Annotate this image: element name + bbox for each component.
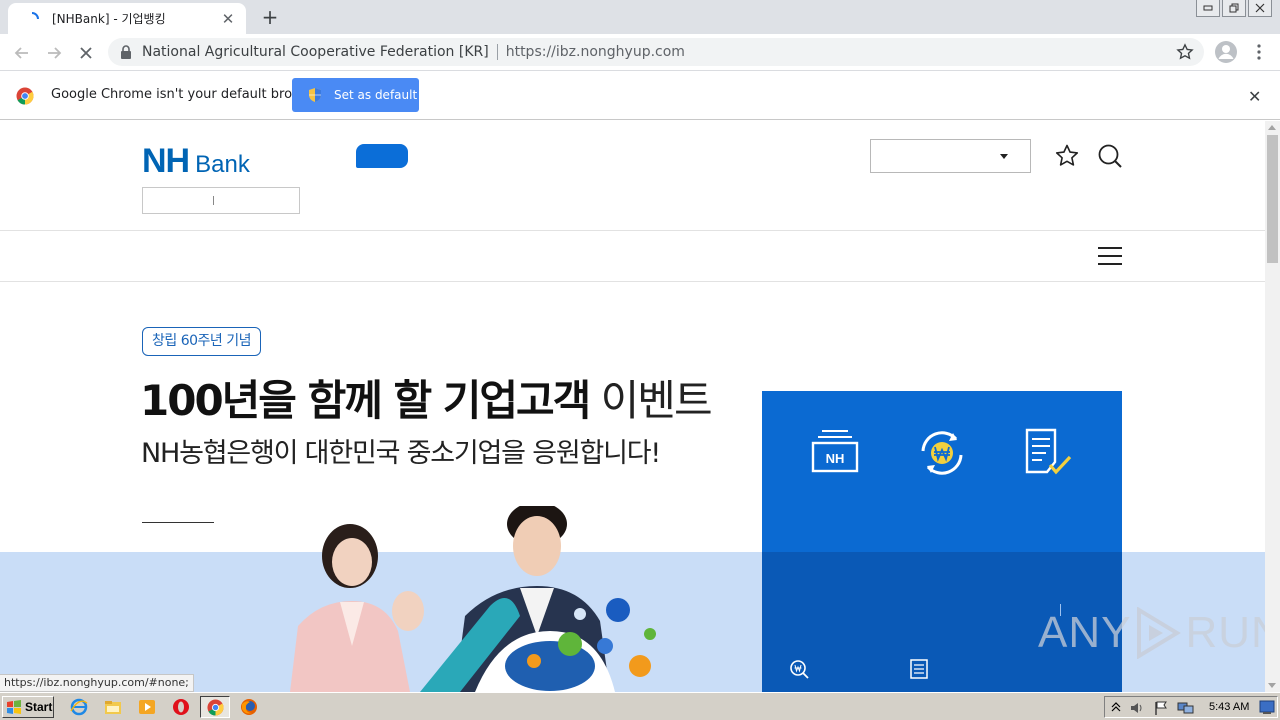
taskbar-clock: 5:43 AM	[1209, 701, 1250, 713]
site-identity: National Agricultural Cooperative Federa…	[142, 44, 489, 60]
header-sub-links[interactable]	[142, 187, 300, 214]
stop-loading-button[interactable]	[75, 42, 97, 64]
play-triangle-icon	[1137, 607, 1182, 659]
close-icon	[80, 47, 92, 59]
firefox-icon[interactable]	[240, 698, 258, 716]
flag-icon[interactable]	[1153, 700, 1169, 716]
anniversary-badge: 창립 60주년 기념	[142, 327, 261, 356]
arrow-left-icon	[14, 47, 28, 59]
tab-title: [NHBank] - 기업뱅킹	[52, 12, 166, 26]
minimize-button[interactable]	[1196, 0, 1220, 17]
new-tab-button[interactable]: +	[258, 5, 282, 29]
currency-exchange-icon[interactable]	[917, 427, 967, 479]
show-desktop-icon[interactable]	[1259, 700, 1275, 715]
network-icon[interactable]	[1177, 700, 1195, 716]
hamburger-menu-icon[interactable]	[1098, 247, 1122, 266]
restore-button[interactable]	[1222, 0, 1246, 17]
opera-icon[interactable]	[172, 698, 190, 716]
default-browser-infobar: Google Chrome isn't your default browser…	[0, 71, 1280, 120]
lock-icon	[121, 45, 131, 59]
forward-button[interactable]	[43, 42, 65, 64]
nh-bank-logo[interactable]: NH Bank	[142, 142, 250, 181]
chevron-up-icon[interactable]	[1111, 701, 1121, 713]
minimize-icon	[1203, 5, 1213, 11]
start-button[interactable]: Start	[2, 696, 54, 718]
uac-shield-icon	[309, 88, 321, 102]
address-bar[interactable]: National Agricultural Cooperative Federa…	[108, 38, 1204, 66]
hero-people-illustration	[290, 506, 656, 692]
watermark-left: ANY	[1038, 608, 1132, 657]
favorite-star-icon[interactable]	[1054, 143, 1080, 169]
hero-divider	[142, 522, 214, 523]
back-button[interactable]	[11, 42, 33, 64]
chrome-taskbar-button[interactable]	[200, 696, 230, 718]
logo-nh: NH	[142, 142, 190, 180]
windows-logo-icon	[7, 700, 21, 714]
hero-headline: 100년을 함께 할 기업고객 이벤트	[140, 367, 713, 428]
hero-subline: NH농협은행이 대한민국 중소기업을 응원합니다!	[141, 438, 661, 469]
set-as-default-label: Set as default	[334, 88, 418, 102]
chrome-logo-icon	[207, 699, 224, 716]
close-icon	[1255, 3, 1265, 13]
search-won-icon[interactable]	[789, 659, 809, 679]
web-page: NH Bank 창립 60주년 기념 100년을 함께 할 기업고객 이벤트 N…	[0, 121, 1265, 692]
file-explorer-icon[interactable]	[104, 698, 122, 716]
watermark-right: RUN	[1185, 608, 1265, 657]
anyrun-watermark: ANY RUN	[1038, 607, 1265, 659]
scroll-down-icon[interactable]	[1268, 683, 1276, 688]
person-icon	[1218, 45, 1234, 59]
set-as-default-button[interactable]: Set as default	[292, 78, 419, 112]
divider	[213, 196, 214, 205]
nav-divider	[0, 281, 1265, 282]
document-list-icon[interactable]	[909, 659, 929, 679]
infobar-close-icon[interactable]: ✕	[1248, 87, 1261, 106]
status-bar-url: https://ibz.nonghyup.com/#none;	[0, 674, 194, 692]
window-controls	[1196, 0, 1272, 17]
media-player-icon[interactable]	[138, 698, 156, 716]
browser-tabbar: [NHBank] - 기업뱅킹 ✕ +	[0, 0, 1280, 34]
caret-down-icon	[1000, 154, 1008, 159]
document-check-icon[interactable]	[1024, 427, 1074, 479]
search-icon[interactable]	[1097, 143, 1123, 169]
logo-bank: Bank	[195, 151, 250, 178]
vertical-scrollbar[interactable]	[1265, 121, 1280, 692]
restore-icon	[1229, 3, 1239, 13]
close-window-button[interactable]	[1248, 0, 1272, 17]
volume-icon[interactable]	[1129, 700, 1145, 716]
scroll-thumb[interactable]	[1267, 135, 1278, 263]
hero-headline-bold: 100년을 함께 할 기업고객	[140, 376, 591, 425]
divider	[496, 44, 498, 60]
hero-headline-light: 이벤트	[600, 376, 713, 425]
profile-avatar[interactable]	[1215, 41, 1237, 63]
loading-spinner-icon	[31, 11, 39, 19]
browser-tab-active[interactable]: [NHBank] - 기업뱅킹 ✕	[8, 3, 246, 34]
more-menu-icon[interactable]	[1252, 43, 1266, 61]
chrome-logo-icon	[16, 87, 34, 105]
site-select-dropdown[interactable]	[870, 139, 1031, 173]
start-label: Start	[25, 700, 53, 714]
infobar-message: Google Chrome isn't your default browser	[51, 87, 323, 102]
bookmark-star-icon[interactable]	[1176, 43, 1194, 61]
nh-icon-label: NH	[826, 451, 845, 466]
url-text: https://ibz.nonghyup.com	[505, 44, 685, 60]
header-blue-button[interactable]	[356, 144, 408, 168]
windows-taskbar: Start 5:43 AM	[0, 692, 1280, 720]
nh-account-icon[interactable]: NH	[810, 427, 860, 479]
tab-close-icon[interactable]: ✕	[220, 10, 236, 28]
system-tray: 5:43 AM	[1104, 696, 1278, 718]
arrow-right-icon	[48, 47, 62, 59]
scroll-up-icon[interactable]	[1268, 125, 1276, 130]
internet-explorer-icon[interactable]	[70, 698, 88, 716]
header-divider	[0, 230, 1265, 231]
